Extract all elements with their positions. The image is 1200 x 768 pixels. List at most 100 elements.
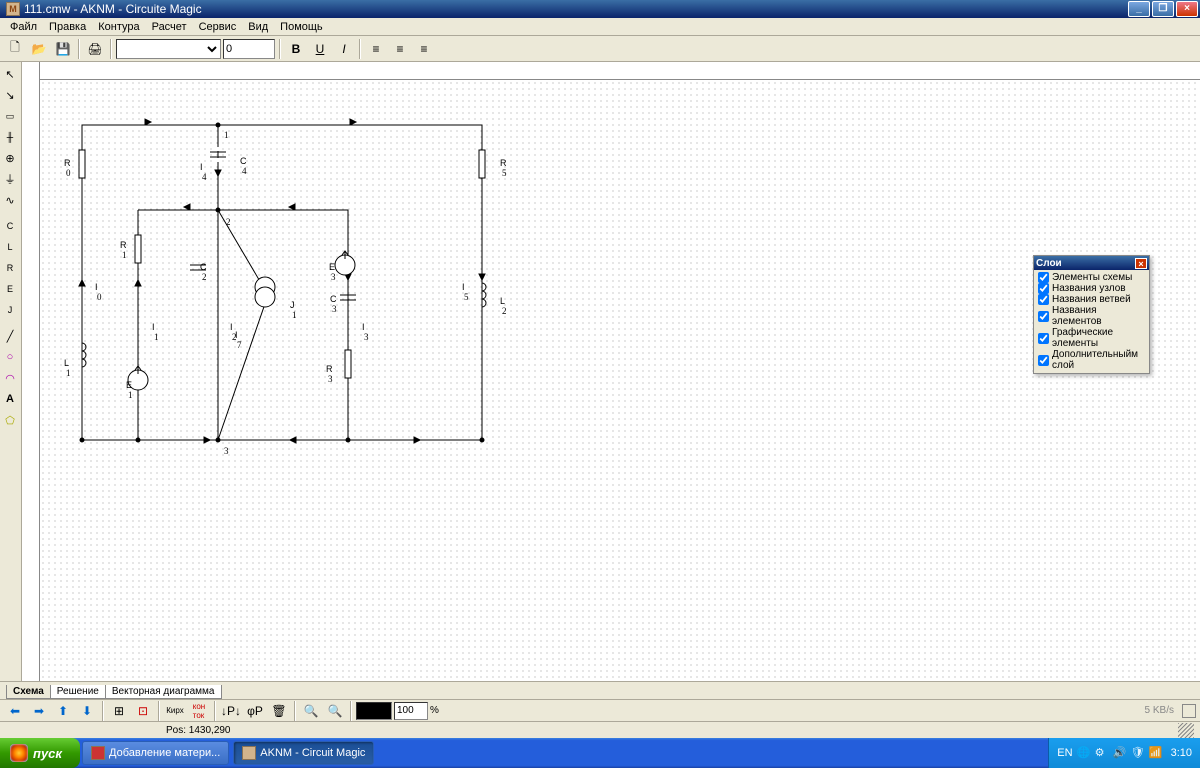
menu-service[interactable]: Сервис (193, 20, 243, 34)
menu-view[interactable]: Вид (242, 20, 274, 34)
tab-solution[interactable]: Решение (50, 685, 106, 699)
taskbar-button-1[interactable]: AKNM - Circuit Magic (233, 741, 374, 765)
align-right-button[interactable]: ≡ (413, 38, 435, 60)
start-button[interactable]: пуск (0, 738, 80, 768)
bottom-tabs: Схема Решение Векторная диаграмма (0, 681, 1200, 699)
layer-checkbox-1[interactable] (1038, 283, 1049, 294)
line-tool[interactable]: ╱ (0, 326, 20, 346)
menu-calc[interactable]: Расчет (146, 20, 193, 34)
bold-button[interactable]: B (285, 38, 307, 60)
inductor-tool[interactable]: ∿ (0, 190, 20, 210)
nav-right-button[interactable]: ➡ (28, 700, 50, 722)
layer-label: Элементы схемы (1052, 272, 1132, 283)
zoom-in-button[interactable]: 🔍 (300, 700, 322, 722)
source-tool[interactable]: ⊕ (0, 148, 20, 168)
layer-checkbox-4[interactable] (1038, 333, 1049, 344)
tray-icon[interactable]: 📶 (1149, 746, 1163, 760)
align-center-button[interactable]: ≡ (389, 38, 411, 60)
svg-text:3: 3 (224, 446, 229, 456)
titlebar: M 111.cmw - AKNM - Circuite Magic _ ❐ × (0, 0, 1200, 18)
layers-panel[interactable]: Слои × Элементы схемы Названия узлов Наз… (1033, 255, 1150, 374)
taskbar-button-0[interactable]: Добавление матери... (82, 741, 229, 765)
svg-text:0: 0 (97, 292, 102, 302)
open-button[interactable]: 📂 (28, 38, 50, 60)
save-button[interactable]: 💾 (52, 38, 74, 60)
layer-checkbox-2[interactable] (1038, 294, 1049, 305)
resize-grip[interactable] (1178, 723, 1194, 738)
tab-vector[interactable]: Векторная диаграмма (105, 685, 222, 699)
e-tool[interactable]: E (0, 279, 20, 299)
svg-text:E: E (329, 262, 335, 272)
layer-label: Названия узлов (1052, 283, 1126, 294)
close-button[interactable]: × (1176, 1, 1198, 17)
svg-text:R: R (500, 158, 507, 168)
nav-up-button[interactable]: ⬆ (52, 700, 74, 722)
polygon-tool[interactable]: ⬠ (0, 410, 20, 430)
text-tool[interactable]: A (0, 389, 20, 409)
circle-tool[interactable]: ○ (0, 347, 20, 367)
window-title: 111.cmw - AKNM - Circuite Magic (24, 2, 1128, 16)
delete-button[interactable]: 🗑 (268, 700, 290, 722)
tool-palette: ↖ ↘ ▭ ╫ ⊕ ⏚ ∿ C L R E J ╱ ○ ◠ A ⬠ (0, 62, 22, 681)
svg-text:1: 1 (66, 368, 71, 378)
wire-tool[interactable]: ↘ (0, 85, 20, 105)
lang-indicator[interactable]: EN (1057, 747, 1072, 759)
circuit-schematic[interactable]: 1 2 3 R0 R5 R1 R3 C4 C2 C3 L1 L2 E1 E3 J… (40, 80, 540, 500)
menu-contours[interactable]: Контура (92, 20, 145, 34)
new-button[interactable]: 🗋 (4, 38, 26, 60)
arc-tool[interactable]: ◠ (0, 368, 20, 388)
phi-button[interactable]: φP (244, 700, 266, 722)
align-left-button[interactable]: ≡ (365, 38, 387, 60)
ground-tool[interactable]: ⏚ (0, 169, 20, 189)
layers-panel-title[interactable]: Слои × (1034, 256, 1149, 270)
menu-edit[interactable]: Правка (43, 20, 92, 34)
font-combo[interactable] (116, 39, 221, 59)
p-button[interactable]: ↓P↓ (220, 700, 242, 722)
tray-icon[interactable]: ⚙ (1095, 746, 1109, 760)
system-tray: EN 🌐 ⚙ 🔊 🛡 📶 3:10 (1048, 738, 1200, 768)
menu-file[interactable]: Файл (4, 20, 43, 34)
svg-text:1: 1 (154, 332, 159, 342)
color-picker[interactable] (356, 702, 392, 720)
maximize-button[interactable]: ❐ (1152, 1, 1174, 17)
tray-icon[interactable]: 🔊 (1113, 746, 1127, 760)
menubar: Файл Правка Контура Расчет Сервис Вид По… (0, 18, 1200, 36)
underline-button[interactable]: U (309, 38, 331, 60)
capacitor-tool[interactable]: ╫ (0, 127, 20, 147)
svg-text:L: L (64, 358, 69, 368)
resistor-tool[interactable]: ▭ (0, 106, 20, 126)
menu-help[interactable]: Помощь (274, 20, 329, 34)
zoom-input[interactable] (394, 702, 428, 720)
minimize-button[interactable]: _ (1128, 1, 1150, 17)
l-tool[interactable]: L (0, 237, 20, 257)
snap-button[interactable]: ⊡ (132, 700, 154, 722)
c-tool[interactable]: C (0, 216, 20, 236)
fontsize-input[interactable] (223, 39, 275, 59)
svg-text:5: 5 (464, 292, 469, 302)
tray-icon[interactable]: 🛡 (1131, 746, 1145, 760)
zoom-out-button[interactable]: 🔍 (324, 700, 346, 722)
nav-down-button[interactable]: ⬇ (76, 700, 98, 722)
print-button[interactable]: 🖨 (84, 38, 106, 60)
layer-checkbox-3[interactable] (1038, 311, 1049, 322)
canvas[interactable]: 1 2 3 R0 R5 R1 R3 C4 C2 C3 L1 L2 E1 E3 J… (40, 80, 1200, 681)
windows-icon (10, 744, 28, 762)
grid-button[interactable]: ⊞ (108, 700, 130, 722)
task-label: Добавление матери... (109, 747, 220, 759)
j-tool[interactable]: J (0, 300, 20, 320)
tab-schema[interactable]: Схема (6, 685, 51, 699)
kirch-button[interactable]: Кирх (164, 700, 186, 722)
kon-button[interactable]: конток (188, 700, 210, 722)
nav-left-button[interactable]: ⬅ (4, 700, 26, 722)
layer-checkbox-0[interactable] (1038, 272, 1049, 283)
layer-checkbox-5[interactable] (1038, 355, 1049, 366)
clock[interactable]: 3:10 (1171, 747, 1192, 759)
start-label: пуск (33, 746, 62, 761)
italic-button[interactable]: I (333, 38, 355, 60)
svg-text:7: 7 (237, 340, 242, 350)
cursor-position: Pos: 1430,290 (166, 725, 231, 736)
pointer-tool[interactable]: ↖ (0, 64, 20, 84)
r-tool[interactable]: R (0, 258, 20, 278)
tray-icon[interactable]: 🌐 (1077, 746, 1091, 760)
layers-close-button[interactable]: × (1135, 258, 1147, 269)
